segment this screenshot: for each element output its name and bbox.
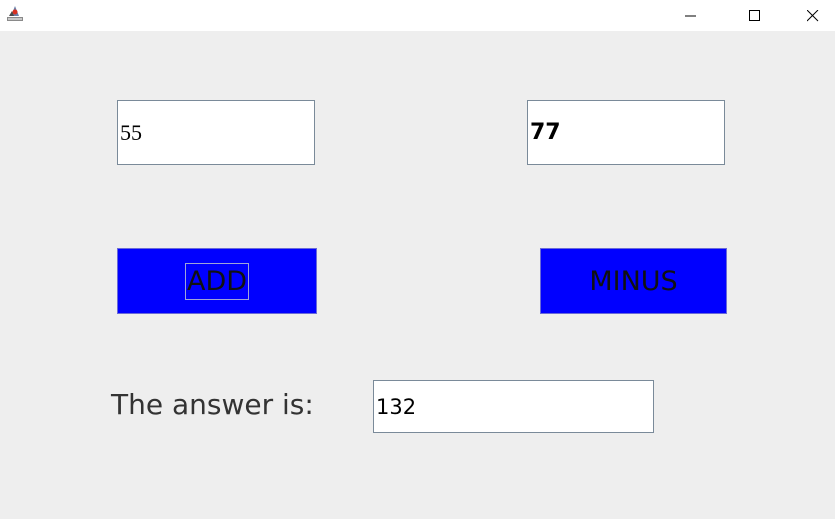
content-panel: 55 77 ADD MINUS The answer is: 132 xyxy=(0,31,835,519)
minimize-icon xyxy=(685,10,697,22)
add-button[interactable]: ADD xyxy=(117,248,317,314)
maximize-button[interactable] xyxy=(727,0,783,31)
maximize-icon xyxy=(749,9,761,22)
minus-button[interactable]: MINUS xyxy=(540,248,727,314)
app-window: 55 77 ADD MINUS The answer is: 132 xyxy=(0,0,835,519)
answer-label: The answer is: xyxy=(111,388,314,421)
close-button[interactable] xyxy=(785,0,835,31)
minimize-button[interactable] xyxy=(663,0,719,31)
java-app-icon xyxy=(6,4,24,22)
second-number-input[interactable]: 77 xyxy=(527,100,725,165)
first-number-input[interactable]: 55 xyxy=(117,100,315,165)
minus-button-label: MINUS xyxy=(589,265,678,297)
title-bar[interactable] xyxy=(0,0,835,31)
answer-output-field[interactable]: 132 xyxy=(373,380,654,433)
add-button-label: ADD xyxy=(184,262,250,300)
close-icon xyxy=(807,9,819,22)
